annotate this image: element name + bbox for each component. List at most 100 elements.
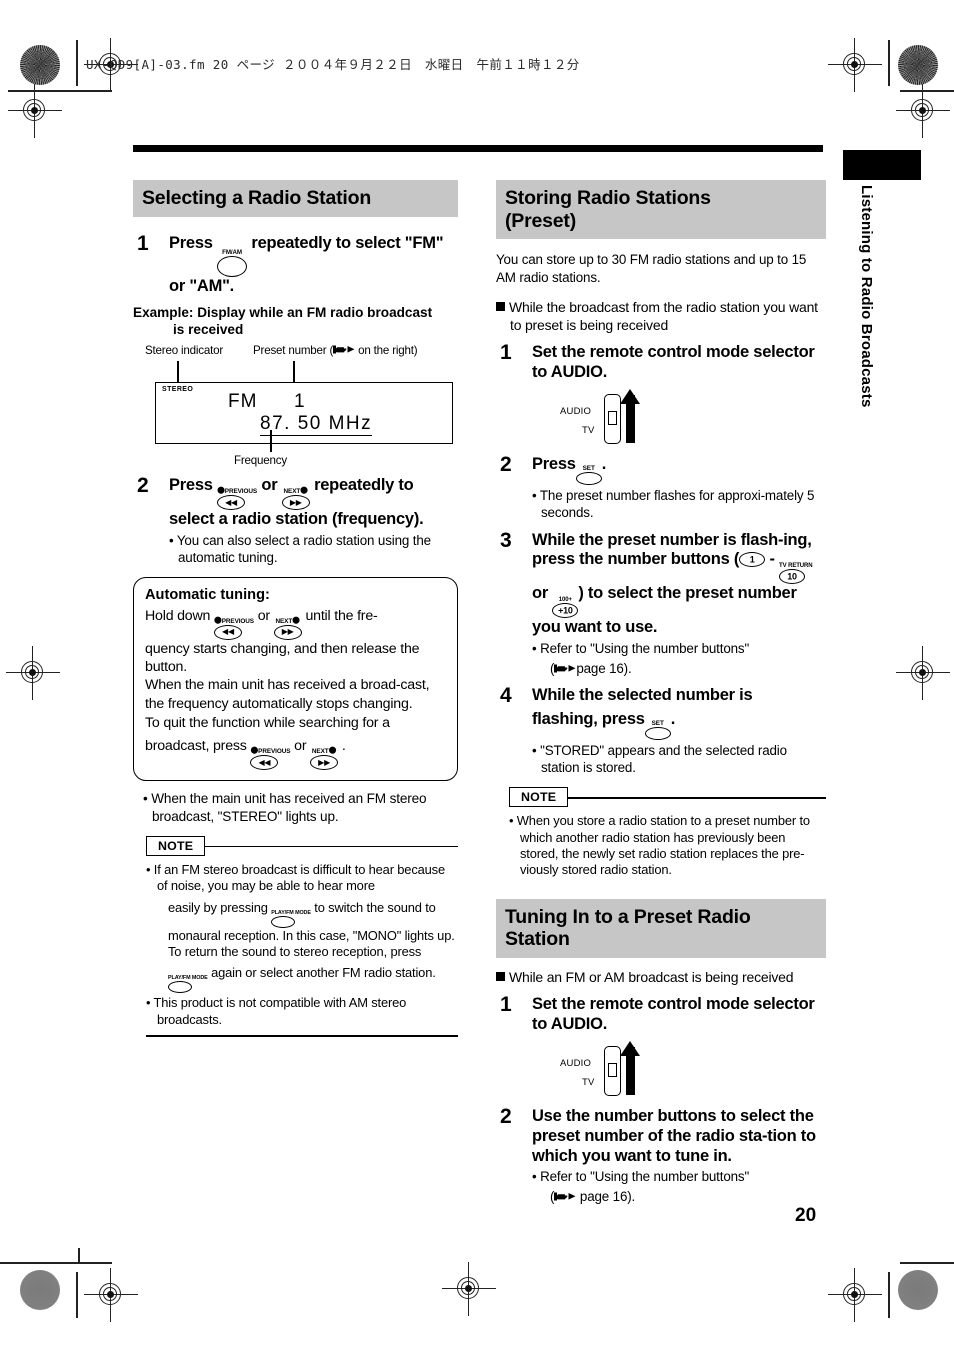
example-caption-line1: Example: Display while an FM radio broad… [133, 305, 433, 321]
next-button-icon[interactable]: NEXT⬤ ▶▶ [281, 487, 310, 511]
next-button-oval: ▶▶ [281, 495, 310, 511]
previous-button-icon[interactable]: ⬤PREVIOUS ◀◀ [214, 616, 254, 640]
step-number: 2 [500, 452, 512, 476]
halftone-dot-bottom-left [20, 1270, 60, 1310]
play-fm-mode-button-caption: PLAY/FM MODE [271, 909, 311, 916]
previous-button-caption: ⬤PREVIOUS [250, 747, 291, 756]
square-bullet-icon [496, 302, 505, 312]
example-caption: Example: Display while an FM radio broad… [133, 305, 458, 338]
lcd-panel: STEREO FM 1 87. 50 MHz [155, 382, 453, 445]
switch-label-audio: AUDIO [560, 405, 592, 417]
next-button-caption: NEXT⬤ [311, 747, 337, 756]
rewind-icon: ◀◀ [222, 627, 234, 637]
lcd-preset-number: 1 [294, 391, 305, 413]
next-button-icon[interactable]: NEXT⬤ ▶▶ [310, 747, 339, 771]
trim-line-upper-left-horizontal [8, 90, 112, 92]
right-column: Storing Radio Stations (Preset) You can … [496, 180, 826, 1205]
note-item-1-b-pre: easily by pressing [168, 899, 268, 915]
step-4-bullet: • "STORED" appears and the selected radi… [532, 743, 787, 776]
step-number: 2 [500, 1105, 512, 1129]
switch-label-audio: AUDIO [560, 1058, 592, 1070]
number-button-10-icon[interactable]: TV RETURN 10 [779, 563, 813, 585]
previous-button-icon[interactable]: ⬤PREVIOUS ◀◀ [217, 487, 258, 511]
switch-up-arrow-head-icon [620, 1041, 640, 1057]
number-button-plus10-oval: +10 [552, 603, 579, 619]
next-button-oval: ▶▶ [310, 755, 339, 771]
note-block-right: NOTE • When you store a radio station to… [509, 787, 826, 879]
step-text: Press SET . [532, 455, 826, 485]
step-text: While the preset number is flash-ing, pr… [532, 531, 826, 639]
trim-line-lower-left-horizontal [0, 1262, 112, 1264]
step-3-bullet-b-post: page 16). [576, 661, 632, 677]
fast-forward-icon: ▶▶ [318, 757, 331, 767]
callout-line-preset [293, 361, 295, 384]
set-button-icon[interactable]: SET [575, 465, 602, 485]
pointing-hand-icon [554, 1191, 576, 1202]
step-3-dash: - [769, 550, 775, 569]
note-item-1: • When you store a radio station to a pr… [509, 813, 810, 878]
step-2-bullet: • You can also select a radio station us… [169, 532, 431, 565]
switch-knob[interactable] [608, 1063, 617, 1078]
fast-forward-icon: ▶▶ [289, 497, 302, 507]
note-item-2: • This product is not compatible with AM… [146, 995, 407, 1027]
step-number: 2 [137, 474, 149, 498]
fm-am-button-icon[interactable]: FM/AM [217, 249, 248, 277]
tuning-step-2-use-number-buttons: 2 Use the number buttons to select the p… [496, 1105, 826, 1205]
previous-button-icon[interactable]: ⬤PREVIOUS ◀◀ [250, 747, 291, 771]
pointing-hand-icon [554, 663, 576, 674]
step-text-or: or [261, 476, 278, 495]
number-button-1-icon[interactable]: 1 [739, 552, 766, 568]
step-text: While the selected number is flashing, p… [532, 686, 826, 741]
switch-knob[interactable] [608, 410, 617, 425]
trim-line-bottom-right-vertical [888, 1272, 890, 1318]
print-header-text: UX-QD9[A]-03.fm 20 ページ ２００４年９月２２日 水曜日 午前… [86, 57, 580, 72]
set-button-oval [644, 727, 671, 741]
next-button-icon[interactable]: NEXT⬤ ▶▶ [273, 617, 302, 640]
number-button-1-label: 1 [749, 554, 755, 565]
step-text-before: Press [169, 476, 213, 495]
step-text: Set the remote control mode selector to … [532, 995, 815, 1034]
step-text: Press ⬤PREVIOUS ◀◀ or NEXT⬤ ▶▶ repeatedl… [169, 476, 458, 530]
callout-frequency: Frequency [234, 454, 287, 468]
note-end-rule [146, 1035, 458, 1037]
play-fm-mode-button-icon[interactable]: PLAY/FM MODE [168, 975, 208, 994]
registration-mark-bottom-left [84, 1268, 138, 1322]
auto-line5-pre: broadcast, press [145, 738, 247, 755]
step-number: 3 [500, 528, 512, 552]
previous-button-caption: ⬤PREVIOUS [214, 616, 254, 625]
registration-mark-bottom-center [442, 1262, 496, 1316]
tuning-step-1-set-mode-selector: 1 Set the remote control mode selector t… [496, 993, 826, 1103]
number-button-plus10-label: +10 [558, 605, 573, 616]
step-4-text-c: . [670, 710, 676, 729]
halftone-dot-bottom-right [898, 1270, 938, 1310]
audio-tv-mode-selector-switch[interactable]: AUDIO TV [560, 1041, 710, 1103]
number-button-1-oval: 1 [739, 552, 766, 568]
step-text: Use the number buttons to select the pre… [532, 1107, 816, 1165]
note-label: NOTE [146, 835, 206, 856]
set-button-icon[interactable]: SET [644, 720, 671, 741]
left-column: Selecting a Radio Station 1 Press FM/AM … [133, 180, 458, 1037]
tuning-condition-text: While an FM or AM broadcast is being rec… [509, 968, 794, 985]
automatic-tuning-box: Automatic tuning: Hold down ⬤PREVIOUS ◀◀… [133, 576, 458, 782]
storing-intro-text: You can store up to 30 FM radio stations… [496, 252, 807, 285]
play-fm-mode-button-oval [168, 981, 192, 994]
step-text: Press FM/AM repeatedly to select "FM" or… [169, 234, 458, 297]
step-2-select-station: 2 Press ⬤PREVIOUS ◀◀ or NEXT⬤ ▶▶ repeate… [133, 474, 458, 566]
callout-preset-number-text-post: on the right) [355, 344, 418, 358]
section-heading-storing-radio-stations: Storing Radio Stations (Preset) [496, 180, 826, 240]
step-3-or: or [532, 584, 548, 603]
play-fm-mode-button-icon[interactable]: PLAY/FM MODE [271, 910, 311, 928]
pointing-hand-icon [333, 344, 355, 355]
step-number: 1 [137, 231, 149, 255]
switch-up-arrow-head-icon [620, 388, 640, 404]
step-text-after: . [601, 454, 607, 473]
number-button-plus10-icon[interactable]: 100+ +10 [552, 597, 579, 619]
callout-line-frequency [270, 430, 272, 453]
chapter-tab-marker [843, 150, 921, 180]
previous-button-caption: ⬤PREVIOUS [217, 487, 258, 496]
registration-mark-top-right [828, 38, 882, 92]
note-item-1-a: • If an FM stereo broadcast is difficult… [146, 861, 445, 894]
tuning-step-2-bullet-b-post: page 16). [579, 1189, 636, 1205]
section-heading-line1: Tuning In to a Preset Radio [505, 905, 751, 928]
audio-tv-mode-selector-switch[interactable]: AUDIO TV [560, 388, 710, 451]
